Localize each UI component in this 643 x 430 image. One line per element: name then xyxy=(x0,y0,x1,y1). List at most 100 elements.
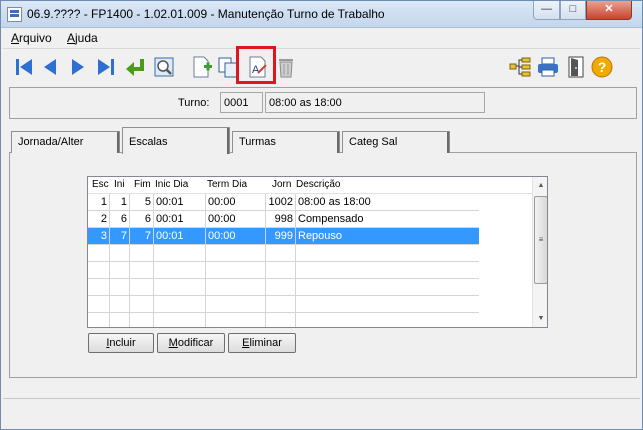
tab-categ-sal[interactable]: Categ Sal xyxy=(342,131,450,153)
column-divider xyxy=(205,194,206,327)
tree-structure-icon xyxy=(509,57,531,77)
highlight-box xyxy=(236,46,276,84)
column-header-term-dia[interactable]: Term Dia xyxy=(207,179,247,190)
cell-descricao: 08:00 as 18:00 xyxy=(298,196,371,208)
cell-fim: 7 xyxy=(130,228,154,245)
incluir-label: ncluir xyxy=(109,337,136,349)
toolbar: A ? xyxy=(3,48,640,84)
return-icon xyxy=(126,59,144,76)
next-record-button[interactable] xyxy=(65,53,91,81)
help-icon: ? xyxy=(591,56,613,78)
table-row[interactable]: 1 1 5 00:01 00:00 1002 08:00 as 18:00 xyxy=(88,194,479,211)
incluir-button[interactable]: Incluir xyxy=(88,333,154,353)
empty-row xyxy=(88,279,479,296)
eliminar-label: liminar xyxy=(249,337,282,349)
cell-jorn: 999 xyxy=(266,228,296,245)
grid-header: Esc Ini Fim Inic Dia Term Dia Jorn Descr… xyxy=(88,177,533,194)
column-header-descricao[interactable]: Descrição xyxy=(296,179,340,190)
eliminar-button[interactable]: Eliminar xyxy=(228,333,296,353)
cell-term-dia: 00:00 xyxy=(206,211,266,228)
column-divider xyxy=(109,194,110,327)
escalas-grid: Esc Ini Fim Inic Dia Term Dia Jorn Descr… xyxy=(87,176,548,328)
maximize-button[interactable]: □ xyxy=(560,1,586,20)
menu-arquivo-accesskey: A xyxy=(11,31,20,45)
table-row-selected[interactable]: 3 7 7 00:01 00:00 999 Repouso xyxy=(88,228,479,245)
turno-label: Turno: xyxy=(178,97,210,109)
modificar-button[interactable]: Modificar xyxy=(157,333,225,353)
delete-record-icon xyxy=(279,59,293,78)
last-record-icon xyxy=(98,59,114,75)
print-button[interactable] xyxy=(535,53,561,81)
cell-inic-dia: 00:01 xyxy=(154,211,206,228)
cell-jorn: 998 xyxy=(266,211,296,228)
cell-term-dia: 00:00 xyxy=(206,194,266,211)
zoom-button[interactable] xyxy=(151,53,177,81)
turno-panel: Turno: 0001 08:00 as 18:00 xyxy=(9,87,637,119)
cell-ini: 7 xyxy=(110,228,130,245)
tab-turmas[interactable]: Turmas xyxy=(232,131,340,153)
window-title: 06.9.???? - FP1400 - 1.02.01.009 - Manut… xyxy=(27,7,385,21)
tab-escalas[interactable]: Escalas xyxy=(122,127,230,154)
return-button[interactable] xyxy=(123,53,149,81)
minimize-button[interactable]: — xyxy=(533,1,560,20)
previous-record-button[interactable] xyxy=(37,53,63,81)
tree-structure-button[interactable] xyxy=(507,53,533,81)
cell-fim: 5 xyxy=(130,194,154,211)
cell-descricao: Compensado xyxy=(298,213,364,225)
new-record-button[interactable] xyxy=(189,53,215,81)
empty-row xyxy=(88,262,479,279)
turno-description-field[interactable]: 08:00 as 18:00 xyxy=(265,92,485,113)
app-icon xyxy=(7,7,22,22)
help-button[interactable]: ? xyxy=(589,53,615,81)
title-bar[interactable]: 06.9.???? - FP1400 - 1.02.01.009 - Manut… xyxy=(1,1,642,28)
vertical-scrollbar[interactable]: ▲ ≡ ▼ xyxy=(532,177,547,327)
empty-row xyxy=(88,296,479,313)
menu-ajuda-accesskey: A xyxy=(67,31,76,45)
column-header-jorn[interactable]: Jorn xyxy=(272,179,291,190)
turno-code-field[interactable]: 0001 xyxy=(220,92,263,113)
column-divider xyxy=(295,194,296,327)
cell-esc: 1 xyxy=(88,194,110,211)
cell-inic-dia: 00:01 xyxy=(154,194,206,211)
column-header-fim[interactable]: Fim xyxy=(134,179,151,190)
first-record-button[interactable] xyxy=(11,53,37,81)
delete-record-button[interactable] xyxy=(273,53,299,81)
next-record-icon xyxy=(72,59,84,75)
first-record-icon xyxy=(16,59,32,75)
cell-fim: 6 xyxy=(130,211,154,228)
column-header-ini[interactable]: Ini xyxy=(114,179,125,190)
menu-bar: Arquivo Ajuda xyxy=(1,29,642,47)
column-divider xyxy=(129,194,130,327)
exit-button[interactable] xyxy=(563,53,589,81)
status-bar xyxy=(3,398,640,424)
menu-ajuda-label: juda xyxy=(75,31,98,45)
cell-ini: 6 xyxy=(110,211,130,228)
cell-esc: 3 xyxy=(88,228,110,245)
cell-jorn: 1002 xyxy=(266,194,296,211)
cell-esc: 2 xyxy=(88,211,110,228)
last-record-button[interactable] xyxy=(93,53,119,81)
table-row[interactable]: 2 6 6 00:01 00:00 998 Compensado xyxy=(88,211,479,228)
menu-arquivo-label: rquivo xyxy=(19,31,52,45)
scroll-up-icon[interactable]: ▲ xyxy=(533,177,547,194)
zoom-icon xyxy=(154,57,174,77)
menu-ajuda[interactable]: Ajuda xyxy=(67,31,98,45)
modificar-label: odificar xyxy=(177,337,214,349)
modificar-accesskey: M xyxy=(168,337,178,349)
cell-inic-dia: 00:01 xyxy=(154,228,206,245)
tab-jornada-alter[interactable]: Jornada/Alter xyxy=(11,131,120,153)
close-button[interactable]: ✕ xyxy=(586,1,632,20)
scroll-thumb[interactable]: ≡ xyxy=(534,196,547,284)
exit-icon xyxy=(568,56,584,78)
cell-descricao: Repouso xyxy=(298,230,343,242)
application-window: 06.9.???? - FP1400 - 1.02.01.009 - Manut… xyxy=(0,0,643,430)
cell-ini: 1 xyxy=(110,194,130,211)
previous-record-icon xyxy=(44,59,56,75)
column-header-inic-dia[interactable]: Inic Dia xyxy=(155,179,188,190)
column-divider xyxy=(153,194,154,327)
cell-term-dia: 00:00 xyxy=(206,228,266,245)
menu-arquivo[interactable]: Arquivo xyxy=(11,31,52,45)
scroll-down-icon[interactable]: ▼ xyxy=(533,310,547,327)
column-header-esc[interactable]: Esc xyxy=(92,179,109,190)
new-record-icon xyxy=(193,56,212,78)
